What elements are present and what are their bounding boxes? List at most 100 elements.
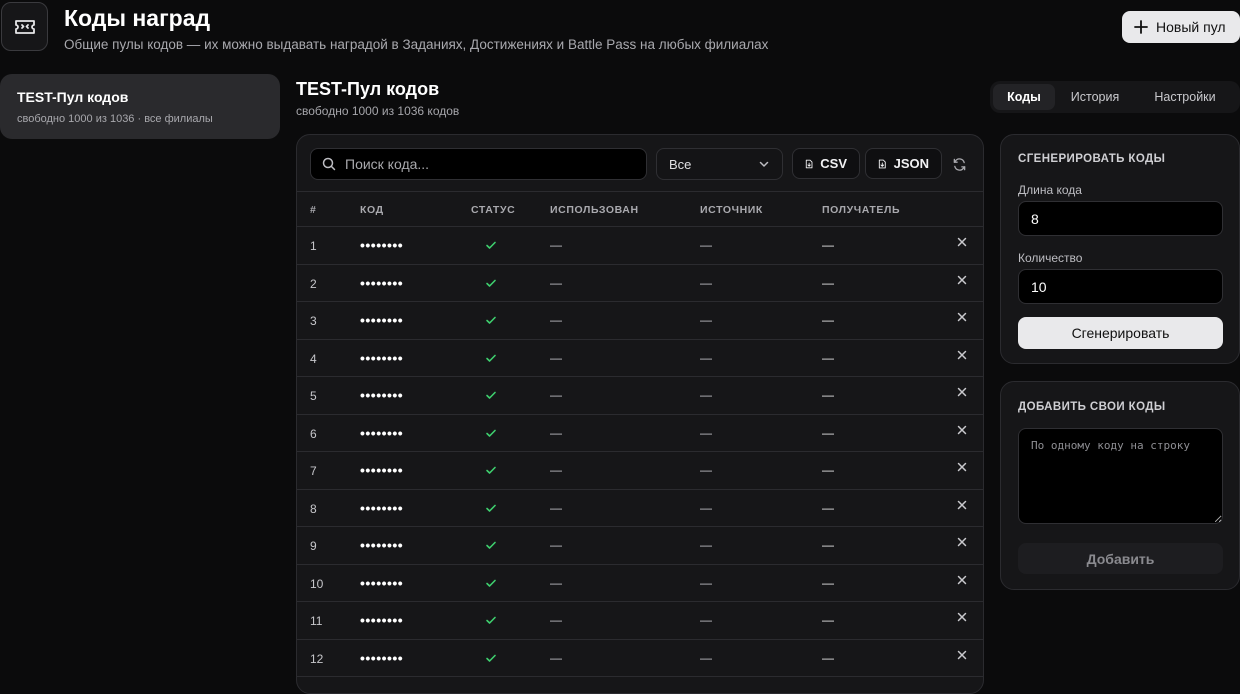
delete-code-icon[interactable] <box>957 611 967 625</box>
table-row: 2 •••••••• — — — <box>297 265 983 302</box>
recipient-value: — <box>822 350 834 365</box>
delete-code-icon[interactable] <box>957 574 967 588</box>
add-codes-button[interactable]: Добавить <box>1018 543 1223 574</box>
code-value: •••••••• <box>360 649 404 666</box>
row-number: 7 <box>310 464 317 478</box>
code-value: •••••••• <box>360 387 404 403</box>
add-codes-title: ДОБАВИТЬ СВОИ КОДЫ <box>1018 401 1166 413</box>
file-download-icon <box>805 159 813 168</box>
codes-textarea[interactable] <box>1018 428 1223 524</box>
table-row: 11 •••••••• — — — <box>297 602 983 640</box>
row-number: 10 <box>310 576 324 591</box>
tab-history[interactable]: История <box>1055 84 1135 110</box>
used-value: — <box>550 238 562 252</box>
table-row: 7 •••••••• — — — <box>297 452 983 490</box>
check-icon <box>485 652 497 667</box>
code-value: •••••••• <box>360 274 404 291</box>
check-icon <box>485 389 497 404</box>
delete-code-icon[interactable] <box>957 349 967 363</box>
table-row: 9 •••••••• — — — <box>297 527 983 565</box>
col-code: КОД <box>360 204 384 216</box>
status-filter-value: Все <box>669 156 692 172</box>
check-icon <box>485 352 497 367</box>
count-input[interactable] <box>1018 269 1223 304</box>
row-number: 4 <box>310 351 317 366</box>
pool-item-name: TEST-Пул кодов <box>17 89 129 105</box>
check-icon <box>485 314 497 329</box>
tab-settings[interactable]: Настройки <box>1135 84 1235 110</box>
table-row: 5 •••••••• — — — <box>297 377 983 415</box>
recipient-value: — <box>822 650 834 665</box>
code-length-label: Длина кода <box>1018 183 1082 197</box>
code-value: •••••••• <box>360 612 404 628</box>
generate-codes-panel: СГЕНЕРИРОВАТЬ КОДЫ Длина кода Количество… <box>1000 134 1240 364</box>
used-value: — <box>550 463 562 477</box>
code-length-input[interactable] <box>1018 201 1223 236</box>
col-source: ИСТОЧНИК <box>700 204 763 216</box>
delete-code-icon[interactable] <box>957 386 967 400</box>
delete-code-icon[interactable] <box>957 499 967 513</box>
refresh-icon[interactable] <box>949 154 969 174</box>
search-input[interactable] <box>345 156 635 172</box>
col-used: ИСПОЛЬЗОВАН <box>550 204 639 216</box>
code-value: •••••••• <box>360 349 404 366</box>
generate-title: СГЕНЕРИРОВАТЬ КОДЫ <box>1018 153 1166 165</box>
check-icon <box>485 427 497 442</box>
source-value: — <box>700 575 712 590</box>
pool-subtitle: свободно 1000 из 1036 кодов <box>296 104 460 118</box>
table-row: 1 •••••••• — — — <box>297 227 983 265</box>
new-pool-label: Новый пул <box>1156 19 1226 35</box>
source-value: — <box>700 350 712 365</box>
pool-title: TEST-Пул кодов <box>296 79 440 99</box>
status-filter-select[interactable]: Все <box>656 148 783 180</box>
recipient-value: — <box>822 500 834 515</box>
delete-code-icon[interactable] <box>957 461 967 475</box>
code-value: •••••••• <box>360 424 404 441</box>
pool-item-meta: свободно 1000 из 1036 · все филиалы <box>17 113 213 125</box>
tab-codes[interactable]: Коды <box>993 84 1055 110</box>
used-value: — <box>550 538 562 552</box>
col-recipient: ПОЛУЧАТЕЛЬ <box>822 204 901 216</box>
col-status: СТАТУС <box>471 204 516 216</box>
used-value: — <box>550 313 562 327</box>
recipient-value: — <box>822 238 834 252</box>
row-number: 2 <box>310 276 317 291</box>
delete-code-icon[interactable] <box>957 274 967 288</box>
delete-code-icon[interactable] <box>957 536 967 550</box>
row-number: 3 <box>310 314 317 328</box>
code-value: •••••••• <box>360 574 404 591</box>
source-value: — <box>700 313 712 327</box>
export-json-label: JSON <box>893 156 929 171</box>
recipient-value: — <box>822 463 834 477</box>
source-value: — <box>700 500 712 515</box>
table-body: 1 •••••••• — — — 2 •••••••• — — — 3 •••••••• — — — 4 •••… <box>297 227 983 677</box>
table-row: 3 •••••••• — — — <box>297 302 983 340</box>
code-value: •••••••• <box>360 499 404 516</box>
used-value: — <box>550 650 562 665</box>
export-csv-button[interactable]: CSV <box>792 148 860 179</box>
used-value: — <box>550 425 562 440</box>
recipient-value: — <box>822 575 834 590</box>
file-download-icon <box>878 159 886 168</box>
generate-button[interactable]: Сгенерировать <box>1018 317 1223 349</box>
sidebar-pool-item[interactable]: TEST-Пул кодов свободно 1000 из 1036 · в… <box>0 74 280 139</box>
code-value: •••••••• <box>360 237 404 253</box>
table-row: 12 •••••••• — — — <box>297 640 983 677</box>
check-icon <box>485 577 497 592</box>
delete-code-icon[interactable] <box>957 236 967 250</box>
count-label: Количество <box>1018 251 1083 265</box>
tabs: Коды История Настройки <box>990 81 1240 113</box>
search-box <box>310 148 647 180</box>
delete-code-icon[interactable] <box>957 649 967 663</box>
used-value: — <box>550 388 562 402</box>
delete-code-icon[interactable] <box>957 424 967 438</box>
check-icon <box>485 539 497 554</box>
delete-code-icon[interactable] <box>957 311 967 325</box>
row-number: 11 <box>310 614 323 628</box>
table-header: # КОД СТАТУС ИСПОЛЬЗОВАН ИСТОЧНИК ПОЛУЧА… <box>297 192 983 227</box>
new-pool-button[interactable]: Новый пул <box>1122 11 1240 43</box>
source-value: — <box>700 388 712 402</box>
check-icon <box>485 502 497 517</box>
chevron-down-icon <box>759 161 769 167</box>
export-json-button[interactable]: JSON <box>865 148 942 179</box>
